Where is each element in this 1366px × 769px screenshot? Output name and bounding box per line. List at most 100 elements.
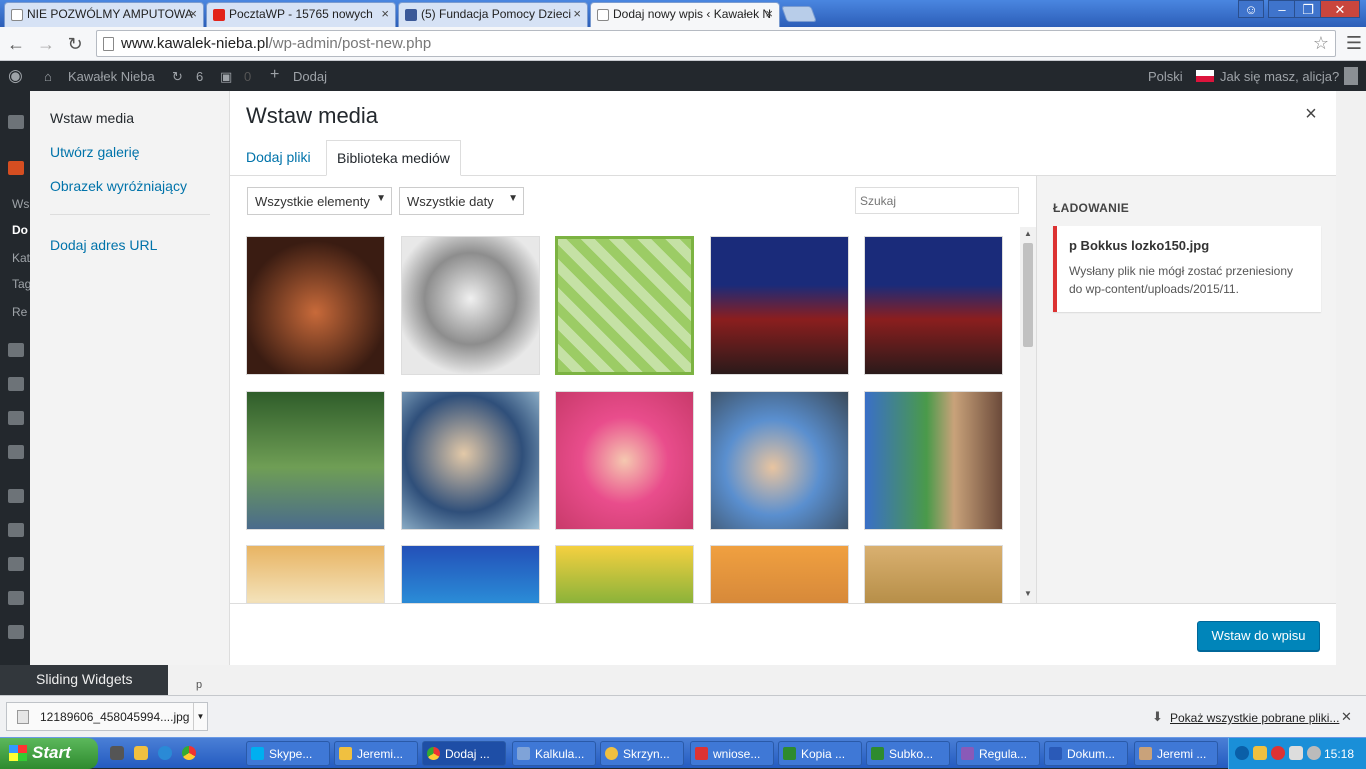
media-thumbnail[interactable] bbox=[710, 391, 849, 530]
appearance-icon[interactable] bbox=[8, 489, 24, 503]
taskbar-item[interactable]: Dodaj ... bbox=[422, 741, 506, 766]
menu-insert-media[interactable]: Wstaw media bbox=[50, 110, 134, 126]
tools-icon[interactable] bbox=[8, 591, 24, 605]
media-grid-scrollbar[interactable]: ▲ ▼ bbox=[1020, 227, 1036, 603]
clock-icon[interactable] bbox=[1253, 746, 1267, 760]
security-icon[interactable] bbox=[1271, 746, 1285, 760]
language-label[interactable]: Polski bbox=[1148, 69, 1183, 84]
media-thumbnail[interactable] bbox=[246, 391, 385, 530]
sidebar-item[interactable]: Ws bbox=[12, 197, 29, 211]
media-thumbnail[interactable] bbox=[401, 545, 540, 603]
scrollbar-thumb[interactable] bbox=[1023, 243, 1033, 347]
close-icon[interactable]: × bbox=[765, 6, 773, 21]
taskbar-item[interactable]: Regula... bbox=[956, 741, 1040, 766]
close-icon[interactable]: × bbox=[573, 6, 581, 21]
pages-icon[interactable] bbox=[8, 377, 24, 391]
posts-pin-icon[interactable] bbox=[8, 161, 24, 175]
chevron-left-icon[interactable] bbox=[1235, 746, 1249, 760]
menu-icon[interactable]: ☰ bbox=[1346, 33, 1362, 54]
ie-icon[interactable] bbox=[158, 746, 172, 760]
site-name-link[interactable]: Kawałek Nieba bbox=[68, 69, 155, 84]
forward-icon[interactable]: → bbox=[34, 32, 58, 56]
chrome-icon[interactable] bbox=[182, 746, 196, 760]
updates-count[interactable]: 6 bbox=[196, 69, 203, 84]
tab-upload-files[interactable]: Dodaj pliki bbox=[236, 140, 321, 176]
modal-close-button[interactable]: × bbox=[1300, 103, 1322, 126]
media-thumbnail[interactable] bbox=[401, 236, 540, 375]
media-thumbnail[interactable] bbox=[710, 545, 849, 603]
chevron-down-icon[interactable]: ▼ bbox=[193, 703, 207, 730]
start-button[interactable]: Start bbox=[0, 738, 98, 769]
clock-icon[interactable] bbox=[134, 746, 148, 760]
user-greeting[interactable]: Jak się masz, alicja? bbox=[1220, 69, 1339, 84]
media-thumbnail[interactable] bbox=[864, 545, 1003, 603]
taskbar-item[interactable]: wniose... bbox=[690, 741, 774, 766]
restore-button[interactable]: ❐ bbox=[1294, 0, 1322, 18]
taskbar-item[interactable]: Kopia ... bbox=[778, 741, 862, 766]
plugins-icon[interactable] bbox=[8, 523, 24, 537]
sidebar-item[interactable]: Re bbox=[12, 305, 27, 319]
minimize-button[interactable]: – bbox=[1268, 0, 1296, 18]
calculator-icon[interactable] bbox=[110, 746, 124, 760]
media-search-input[interactable] bbox=[855, 187, 1019, 214]
taskbar-item[interactable]: Skrzyn... bbox=[600, 741, 684, 766]
comments-count[interactable]: 0 bbox=[244, 69, 251, 84]
address-bar[interactable]: www.kawalek-nieba.pl/wp-admin/post-new.p… bbox=[96, 30, 1336, 57]
new-tab-button[interactable] bbox=[781, 6, 817, 22]
taskbar-item[interactable]: Subko... bbox=[866, 741, 950, 766]
media-thumbnail[interactable] bbox=[555, 545, 694, 603]
close-icon[interactable]: × bbox=[189, 6, 197, 21]
insert-into-post-button[interactable]: Wstaw do wpisu bbox=[1197, 621, 1320, 651]
comments-icon[interactable] bbox=[8, 411, 24, 425]
system-clock[interactable]: 15:18 bbox=[1324, 747, 1354, 761]
media-thumbnail[interactable] bbox=[246, 236, 385, 375]
media-thumbnail[interactable] bbox=[401, 391, 540, 530]
settings-icon[interactable] bbox=[8, 625, 24, 639]
media-thumbnail[interactable] bbox=[864, 236, 1003, 375]
browser-tab-active[interactable]: Dodaj nowy wpis ‹ Kawałek N × bbox=[590, 2, 780, 27]
sidebar-item[interactable]: Do bbox=[12, 223, 28, 237]
browser-tab[interactable]: PocztaWP - 15765 nowych × bbox=[206, 2, 396, 27]
media-thumbnail[interactable] bbox=[864, 391, 1003, 530]
avatar[interactable] bbox=[1344, 67, 1358, 85]
reload-icon[interactable]: ↻ bbox=[63, 32, 87, 56]
taskbar-item[interactable]: Jeremi... bbox=[334, 741, 418, 766]
taskbar-item[interactable]: Jeremi ... bbox=[1134, 741, 1218, 766]
close-icon[interactable]: ✕ bbox=[1341, 709, 1352, 725]
volume-icon[interactable] bbox=[1307, 746, 1321, 760]
sidebar-item-sliding-widgets[interactable]: Sliding Widgets bbox=[0, 665, 168, 695]
back-icon[interactable]: ← bbox=[4, 32, 28, 56]
wordpress-logo-icon[interactable]: ◉ bbox=[8, 66, 23, 86]
taskbar-item[interactable]: Dokum... bbox=[1044, 741, 1128, 766]
browser-tab[interactable]: (5) Fundacja Pomocy Dzieci × bbox=[398, 2, 588, 27]
taskbar-item[interactable]: Skype... bbox=[246, 741, 330, 766]
media-thumbnail[interactable] bbox=[710, 236, 849, 375]
media-thumbnail[interactable] bbox=[555, 236, 694, 375]
menu-insert-from-url[interactable]: Dodaj adres URL bbox=[50, 237, 157, 253]
taskbar-item[interactable]: Kalkula... bbox=[512, 741, 596, 766]
menu-create-gallery[interactable]: Utwórz galerię bbox=[50, 144, 139, 160]
menu-featured-image[interactable]: Obrazek wyróżniający bbox=[50, 178, 187, 194]
user-icon[interactable]: ☺ bbox=[1238, 0, 1264, 18]
filter-date-select[interactable]: Wszystkie daty ▼ bbox=[399, 187, 524, 215]
sidebar-item[interactable]: Tag bbox=[12, 277, 31, 291]
window-close-button[interactable]: ✕ bbox=[1320, 0, 1360, 18]
media-thumbnail[interactable] bbox=[555, 391, 694, 530]
browser-tab[interactable]: NIE POZWÓLMY AMPUTOWA × bbox=[4, 2, 204, 27]
new-content-link[interactable]: Dodaj bbox=[293, 69, 327, 84]
network-icon[interactable] bbox=[1289, 746, 1303, 760]
dashboard-icon[interactable] bbox=[8, 115, 24, 129]
scroll-down-icon[interactable]: ▼ bbox=[1024, 589, 1032, 598]
media-icon[interactable] bbox=[8, 343, 24, 357]
show-all-downloads-link[interactable]: Pokaż wszystkie pobrane pliki... bbox=[1170, 711, 1339, 725]
filter-type-select[interactable]: Wszystkie elementy ▼ bbox=[247, 187, 392, 215]
mail-icon[interactable] bbox=[8, 445, 24, 459]
tab-media-library[interactable]: Biblioteka mediów bbox=[326, 140, 461, 176]
users-icon[interactable] bbox=[8, 557, 24, 571]
bookmark-star-icon[interactable]: ☆ bbox=[1313, 31, 1329, 56]
scroll-up-icon[interactable]: ▲ bbox=[1024, 229, 1032, 238]
download-item[interactable]: 12189606_458045994....jpg ▼ bbox=[6, 702, 208, 731]
sidebar-item[interactable]: Kat bbox=[12, 251, 30, 265]
close-icon[interactable]: × bbox=[381, 6, 389, 21]
media-thumbnail[interactable] bbox=[246, 545, 385, 603]
